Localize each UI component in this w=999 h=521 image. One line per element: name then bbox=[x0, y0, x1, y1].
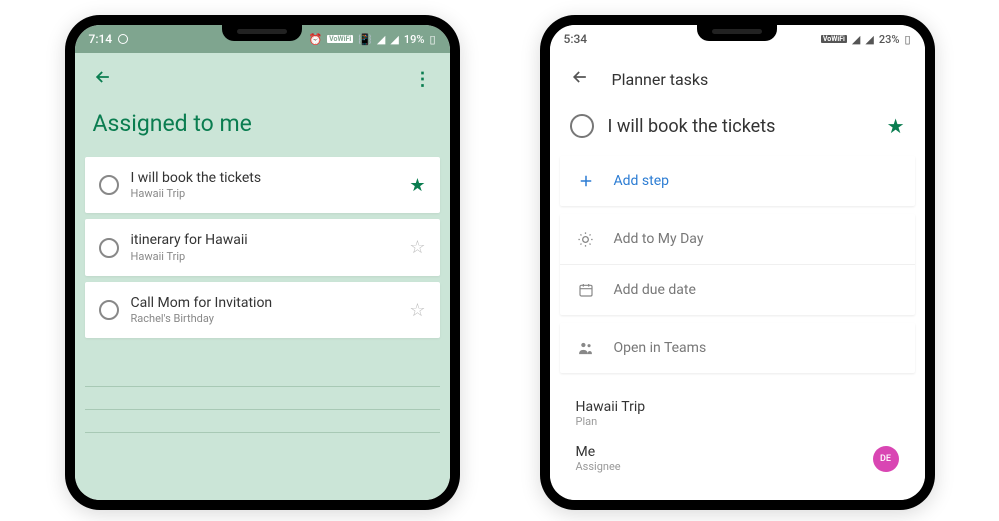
task-item[interactable]: I will book the tickets Hawaii Trip ★ bbox=[85, 157, 440, 213]
app-assigned-to-me: ⋮ Assigned to me I will book the tickets… bbox=[75, 53, 450, 500]
task-header: I will book the tickets ★ bbox=[550, 100, 925, 156]
page-title: Assigned to me bbox=[75, 102, 450, 157]
task-item[interactable]: itinerary for Hawaii Hawaii Trip ☆ bbox=[85, 219, 440, 275]
wifi-icon: ◢ bbox=[852, 33, 860, 46]
wifi-icon: ◢ bbox=[377, 33, 385, 46]
star-icon[interactable]: ★ bbox=[887, 114, 905, 138]
status-time: 5:34 bbox=[564, 32, 588, 46]
teams-label: Open in Teams bbox=[614, 340, 707, 356]
complete-checkbox[interactable] bbox=[99, 300, 119, 320]
task-subtitle: Hawaii Trip bbox=[131, 250, 398, 264]
star-icon[interactable]: ☆ bbox=[409, 237, 425, 258]
divider bbox=[85, 409, 440, 410]
due-date-label: Add due date bbox=[614, 282, 696, 298]
assignee-row[interactable]: Me Assignee DE bbox=[576, 436, 899, 481]
teams-icon bbox=[576, 338, 596, 358]
task-subtitle: Hawaii Trip bbox=[131, 187, 398, 201]
app-task-detail: Planner tasks I will book the tickets ★ … bbox=[550, 53, 925, 500]
add-to-my-day-button[interactable]: Add to My Day bbox=[560, 214, 915, 265]
star-icon[interactable]: ☆ bbox=[409, 300, 425, 321]
battery-icon: ▯ bbox=[429, 33, 435, 46]
vibrate-icon: 📳 bbox=[358, 33, 372, 46]
task-subtitle: Rachel's Birthday bbox=[131, 312, 398, 326]
battery-percent: 23% bbox=[879, 33, 900, 46]
assignee-label: Assignee bbox=[576, 460, 621, 473]
phone-left: 7:14 ⏰ VoWiFi 📳 ◢ ◢ 19% ▯ ⋮ Assigned to … bbox=[65, 15, 460, 510]
task-title: itinerary for Hawaii bbox=[131, 231, 398, 249]
task-title: I will book the tickets bbox=[608, 116, 873, 137]
add-step-label: Add step bbox=[614, 173, 670, 189]
page-title: Planner tasks bbox=[612, 70, 709, 89]
complete-checkbox[interactable] bbox=[570, 114, 594, 138]
plan-label: Plan bbox=[576, 415, 646, 428]
signal-icon: ◢ bbox=[865, 33, 873, 46]
add-step-button[interactable]: Add step bbox=[560, 156, 915, 206]
divider bbox=[85, 386, 440, 387]
star-icon[interactable]: ★ bbox=[409, 175, 425, 196]
plus-icon bbox=[576, 171, 596, 191]
plan-title: Hawaii Trip bbox=[576, 399, 646, 415]
record-icon bbox=[118, 34, 128, 44]
task-item[interactable]: Call Mom for Invitation Rachel's Birthda… bbox=[85, 282, 440, 338]
complete-checkbox[interactable] bbox=[99, 238, 119, 258]
task-title: I will book the tickets bbox=[131, 169, 398, 187]
open-in-teams-button[interactable]: Open in Teams bbox=[560, 323, 915, 373]
signal-icon: ◢ bbox=[390, 33, 398, 46]
back-button[interactable] bbox=[93, 67, 113, 92]
phone-right: 5:34 VoWiFi ◢ ◢ 23% ▯ Planner tasks I wi… bbox=[540, 15, 935, 510]
vowifi-icon: VoWiFi bbox=[327, 35, 353, 43]
plan-row[interactable]: Hawaii Trip Plan bbox=[576, 391, 899, 436]
sun-icon bbox=[576, 229, 596, 249]
divider bbox=[85, 432, 440, 433]
add-due-date-button[interactable]: Add due date bbox=[560, 265, 915, 315]
more-options-button[interactable]: ⋮ bbox=[414, 69, 432, 90]
assignee-title: Me bbox=[576, 444, 621, 460]
task-title: Call Mom for Invitation bbox=[131, 294, 398, 312]
vowifi-icon: VoWiFi bbox=[821, 35, 847, 43]
calendar-icon bbox=[576, 280, 596, 300]
battery-percent: 19% bbox=[404, 33, 425, 46]
avatar: DE bbox=[873, 446, 899, 472]
back-button[interactable] bbox=[570, 67, 590, 92]
battery-icon: ▯ bbox=[904, 33, 910, 46]
status-time: 7:14 bbox=[89, 32, 113, 46]
alarm-icon: ⏰ bbox=[308, 33, 322, 46]
my-day-label: Add to My Day bbox=[614, 231, 704, 247]
complete-checkbox[interactable] bbox=[99, 175, 119, 195]
